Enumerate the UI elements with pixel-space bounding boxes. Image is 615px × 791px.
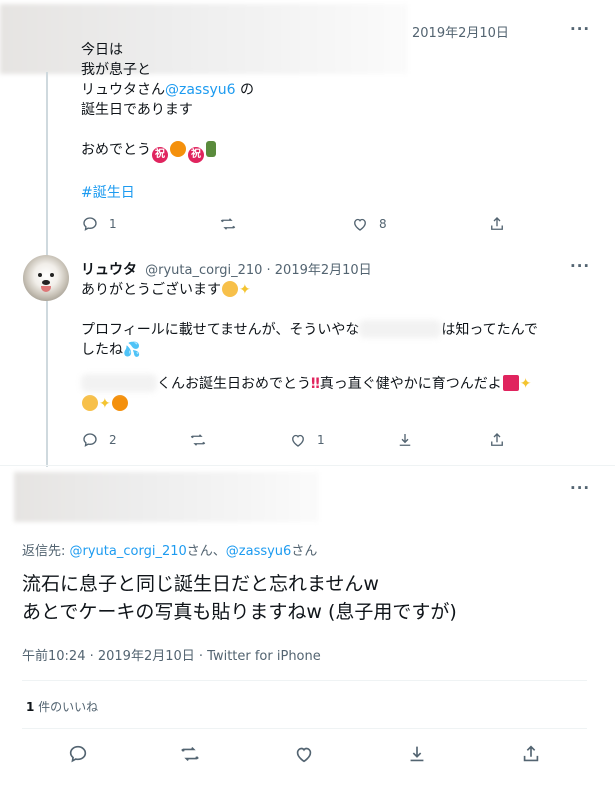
replying-label: 返信先: [22,544,70,559]
like-icon [354,218,366,231]
like-icon [296,747,312,763]
double-exclamation-icon: ‼ [311,376,320,392]
replying-end: さん [291,544,318,559]
tweet2-line2a: プロフィールに載せてませんが、そういやな [81,322,360,338]
blurred-name [359,320,442,338]
tweet2-display-name[interactable]: リュウタ [81,262,137,278]
download-icon [399,434,411,446]
retweet-icon [190,434,206,446]
laugh-emoji-icon [82,395,98,411]
like-icon [292,434,304,447]
sweat-drops-icon: 💦 [123,342,141,358]
share-icon [491,433,503,446]
tweet1-more-icon[interactable]: ··· [570,20,590,38]
reply-icon [83,217,97,231]
tweet1-body: 今日は 我が息子と リュウタさん@zassyu6 の 誕生日であります おめでと… [81,40,561,203]
tweet1-line4: 誕生日であります [81,102,193,118]
tweet1-date[interactable]: 2019年2月10日 [412,22,509,41]
main-download-button[interactable] [406,743,428,765]
main-text-line2: あとでケーキの写真も貼りますねw (息子用ですが) [22,601,457,623]
tweet1-line5: おめでとう祝祝 [81,140,561,163]
retweet-icon [181,746,199,762]
tweet2-line4: くんお誕生日おめでとう‼真っ直ぐ健やかに育つんだよ ✦ [81,374,591,394]
tweet2-like-count: 1 [317,433,325,447]
tweet2-download-button[interactable] [396,431,414,449]
tweet2-line4-text: くんお誕生日おめでとう [157,376,311,392]
tweet2-line1-text: ありがとうございます [81,282,221,298]
main-share-button[interactable] [520,743,542,765]
likes-summary[interactable]: 1 件のいいね [26,698,98,715]
main-text-line1: 流石に息子と同じ誕生日だと忘れませんw [22,573,379,595]
party-popper-icon [502,375,519,391]
tweet2-line3: したね💦 [81,340,591,360]
sparkle-icon-3: ✦ [99,396,111,412]
tweet2-header: リュウタ @ryuta_corgi_210 · 2019年2月10日 [81,259,372,279]
champagne-emoji-icon [206,141,216,157]
main-like-button[interactable] [293,743,315,765]
tweet2-like-button[interactable]: 1 [289,431,325,449]
tweet2-more-icon[interactable]: ··· [570,257,590,275]
share-icon [491,217,503,230]
hashtag-link[interactable]: #誕生日 [81,183,561,203]
congrats-emoji-icon: 祝 [152,147,168,163]
tweet2-line2b: は知ってたんで [441,322,538,338]
tweet2-body: ありがとうございます ✦ プロフィールに載せてませんが、そういやな は知ってたんで … [81,280,591,414]
download-icon [410,746,424,762]
tweet2-reply-count: 2 [109,433,117,447]
main-blurred-author-area [14,472,319,522]
tweet1-reply-button[interactable]: 1 [81,215,117,233]
tweet2-handle-date[interactable]: @ryuta_corgi_210 · 2019年2月10日 [145,263,372,278]
tweet2-reply-button[interactable]: 2 [81,431,117,449]
share-icon [523,745,539,762]
mention-link[interactable]: @zassyu6 [165,82,236,98]
blurred-child-name [81,374,157,392]
ryuta-avatar[interactable] [23,255,69,301]
tweet1-retweet-button[interactable] [219,215,237,233]
main-timestamp[interactable]: 午前10:24 · 2019年2月10日 · Twitter for iPhon… [22,645,321,664]
tweet2-line2: プロフィールに載せてませんが、そういやな は知ってたんで [81,320,591,340]
retweet-icon [220,218,236,230]
tweet2-share-button[interactable] [488,431,506,449]
replying-to: 返信先: @ryuta_corgi_210さん、@zassyu6さん [22,540,317,559]
tweet1-line2: 我が息子と [81,62,151,78]
congrats-emoji-icon-2: 祝 [188,147,204,163]
tweet1-reply-count: 1 [109,217,117,231]
replying-mention-1[interactable]: @ryuta_corgi_210 [70,544,187,559]
reply-icon [83,433,97,447]
tweet2-line3-text: したね [81,342,123,358]
sparkle-icon-2: ✦ [519,376,532,392]
divider [22,728,587,729]
tweet1-line3: リュウタさん@zassyu6 の [81,80,561,100]
likes-label: 件のいいね [34,700,99,714]
tweet2-line4b: 真っ直ぐ健やかに育つんだよ [319,376,502,392]
confetti-icon [111,395,128,411]
tweet1-line3-post: の [235,82,255,98]
main-retweet-button[interactable] [179,743,201,765]
replying-mid: さん、 [186,544,226,559]
tweet1-line5-text: おめでとう [81,142,151,158]
sparkle-icon: ✦ [239,282,251,298]
tweet1-like-count: 8 [379,217,387,231]
tweet1-line3-text: リュウタさん [81,82,165,98]
replying-mention-2[interactable]: @zassyu6 [226,544,292,559]
tweet2-retweet-button[interactable] [189,431,207,449]
reply-icon [69,745,87,763]
tweet2-line5: ✦ [81,394,591,414]
main-tweet-text: 流石に息子と同じ誕生日だと忘れませんw あとでケーキの写真も貼りますねw (息子… [22,570,602,626]
tweet2-line1: ありがとうございます ✦ [81,280,591,300]
main-reply-button[interactable] [67,743,89,765]
tweet1-like-button[interactable]: 8 [351,215,387,233]
divider [0,465,615,466]
party-emoji-icon [170,141,186,157]
tweet1-share-button[interactable] [488,215,506,233]
tweet1-line1: 今日は [81,42,123,58]
smile-emoji-icon [222,281,238,297]
main-more-icon[interactable]: ··· [570,479,590,497]
divider [22,680,587,681]
